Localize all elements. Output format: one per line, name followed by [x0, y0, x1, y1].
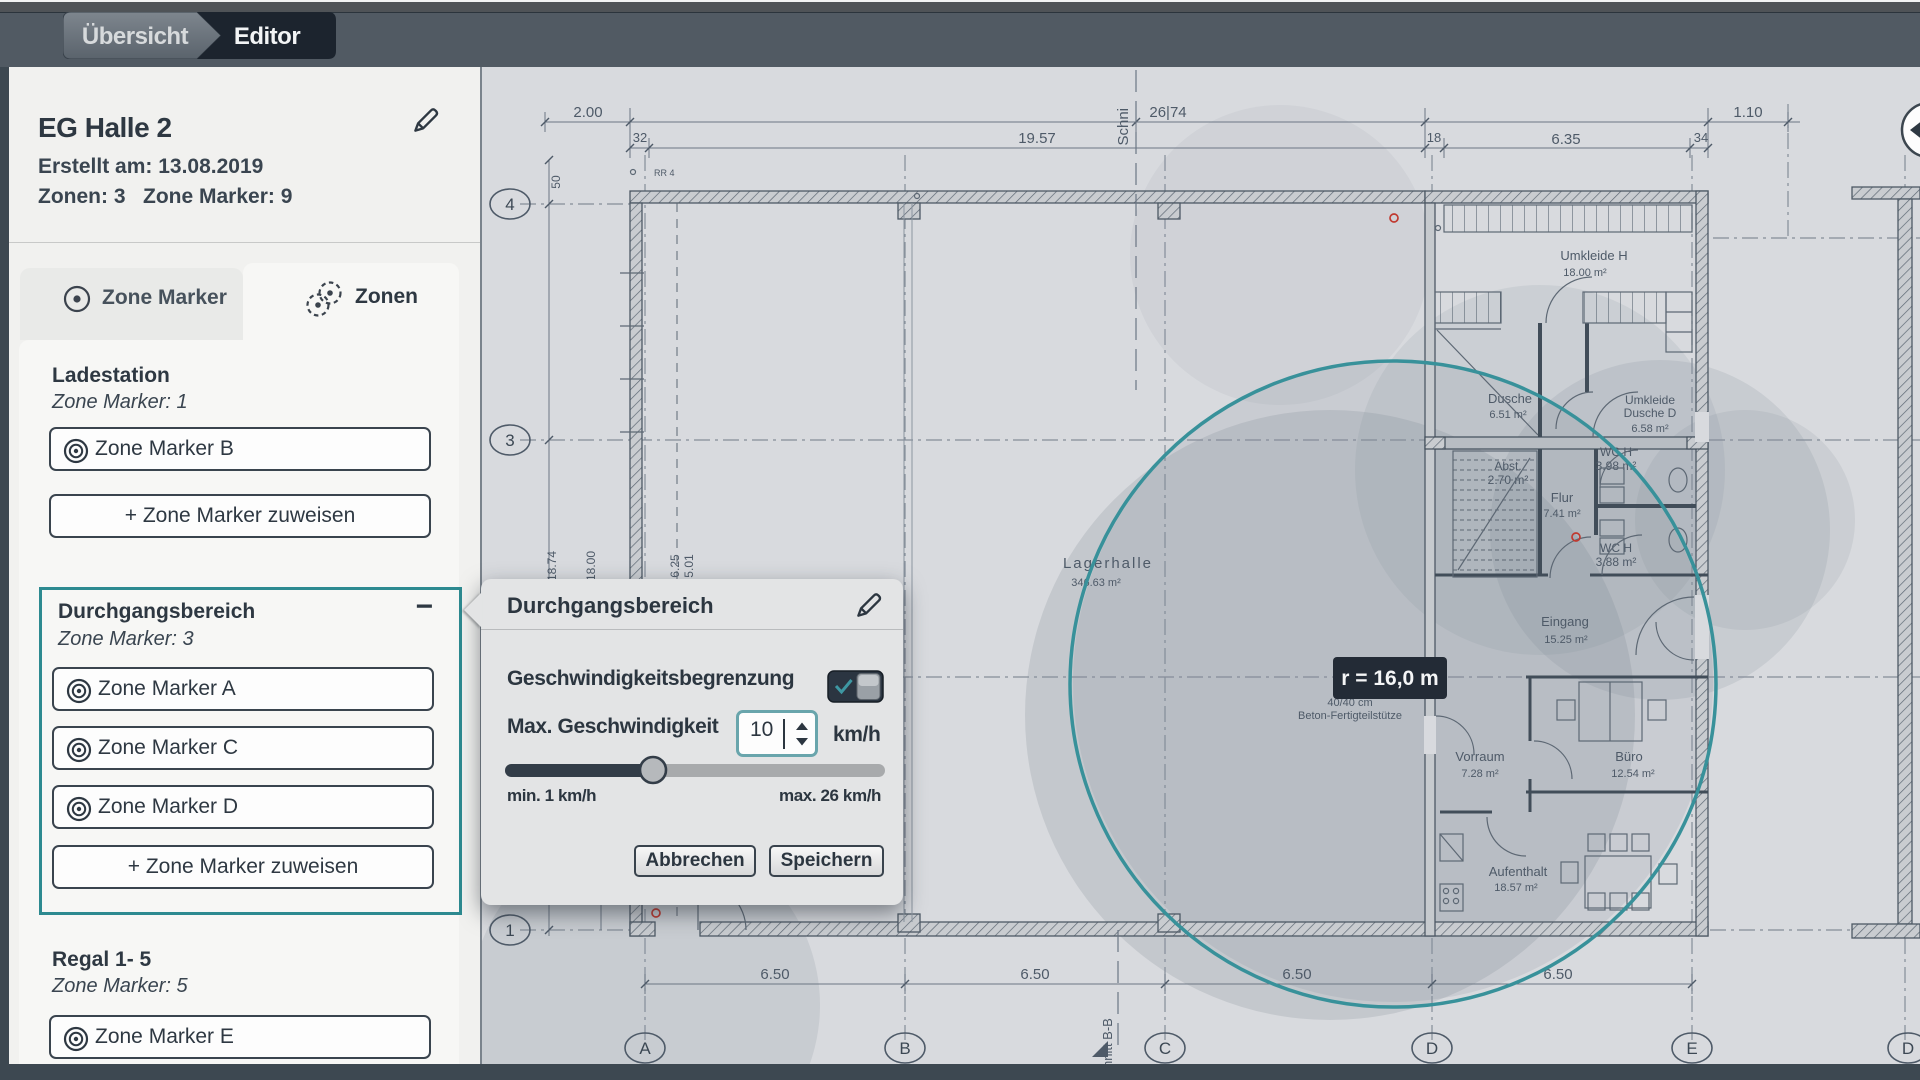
svg-text:D: D — [1902, 1039, 1914, 1058]
svg-text:2.70 m²: 2.70 m² — [1488, 473, 1529, 487]
svg-text:32: 32 — [633, 130, 647, 145]
svg-text:6.50: 6.50 — [1020, 966, 1049, 983]
svg-text:WC H: WC H — [1600, 541, 1632, 555]
svg-text:7.41 m²: 7.41 m² — [1543, 508, 1581, 520]
svg-text:7.28 m²: 7.28 m² — [1461, 768, 1499, 780]
svg-text:Übersicht: Übersicht — [82, 23, 189, 50]
svg-text:6.35: 6.35 — [1551, 131, 1580, 148]
svg-text:15.25 m²: 15.25 m² — [1544, 634, 1588, 646]
svg-text:Editor: Editor — [234, 23, 300, 50]
svg-text:50: 50 — [549, 175, 563, 189]
svg-text:1: 1 — [505, 921, 514, 940]
svg-text:18.74: 18.74 — [545, 551, 559, 581]
svg-text:Abst.: Abst. — [1494, 459, 1521, 473]
svg-text:34: 34 — [1694, 130, 1708, 145]
svg-text:3: 3 — [505, 431, 514, 450]
svg-text:1.10: 1.10 — [1733, 104, 1762, 121]
svg-text:26|74: 26|74 — [1149, 104, 1186, 121]
svg-text:6.51 m²: 6.51 m² — [1489, 409, 1527, 421]
svg-text:Umkleide H: Umkleide H — [1560, 248, 1627, 263]
svg-text:E: E — [1686, 1039, 1697, 1058]
svg-text:Vorraum: Vorraum — [1455, 749, 1504, 764]
svg-text:3.88 m²: 3.88 m² — [1596, 555, 1637, 569]
svg-text:6.50: 6.50 — [1282, 966, 1311, 983]
svg-text:6.25: 6.25 — [668, 554, 682, 578]
svg-text:18.00: 18.00 — [584, 551, 598, 581]
svg-text:r = 16,0 m: r = 16,0 m — [1341, 667, 1438, 690]
svg-text:12.54 m²: 12.54 m² — [1611, 768, 1655, 780]
svg-text:18.57 m²: 18.57 m² — [1494, 882, 1538, 894]
svg-text:Beton-Fertigteilstütze: Beton-Fertigteilstütze — [1298, 710, 1402, 722]
svg-text:A: A — [639, 1039, 651, 1058]
svg-text:6.50: 6.50 — [760, 966, 789, 983]
svg-text:Schni: Schni — [1115, 108, 1132, 146]
svg-text:Dusche D: Dusche D — [1624, 406, 1677, 420]
svg-text:6.58 m²: 6.58 m² — [1631, 423, 1669, 435]
svg-text:18: 18 — [1427, 130, 1441, 145]
svg-text:B: B — [899, 1039, 910, 1058]
svg-text:RR 4: RR 4 — [654, 168, 675, 178]
svg-text:Büro: Büro — [1615, 749, 1642, 764]
svg-text:19.57: 19.57 — [1018, 130, 1056, 147]
svg-text:Eingang: Eingang — [1541, 614, 1589, 629]
svg-text:Dusche: Dusche — [1488, 391, 1532, 406]
svg-text:Umkleide: Umkleide — [1625, 393, 1675, 407]
svg-text:2.00: 2.00 — [573, 104, 602, 121]
svg-text:5.01: 5.01 — [682, 554, 696, 578]
svg-text:D: D — [1426, 1039, 1438, 1058]
svg-text:4: 4 — [505, 195, 514, 214]
svg-text:Lagerhalle: Lagerhalle — [1063, 555, 1153, 572]
svg-text:Aufenthalt: Aufenthalt — [1489, 864, 1548, 879]
svg-text:346.63 m²: 346.63 m² — [1071, 577, 1121, 589]
svg-text:Flur: Flur — [1551, 490, 1574, 505]
svg-text:C: C — [1159, 1039, 1171, 1058]
svg-text:hnitt B-B: hnitt B-B — [1100, 1018, 1115, 1064]
